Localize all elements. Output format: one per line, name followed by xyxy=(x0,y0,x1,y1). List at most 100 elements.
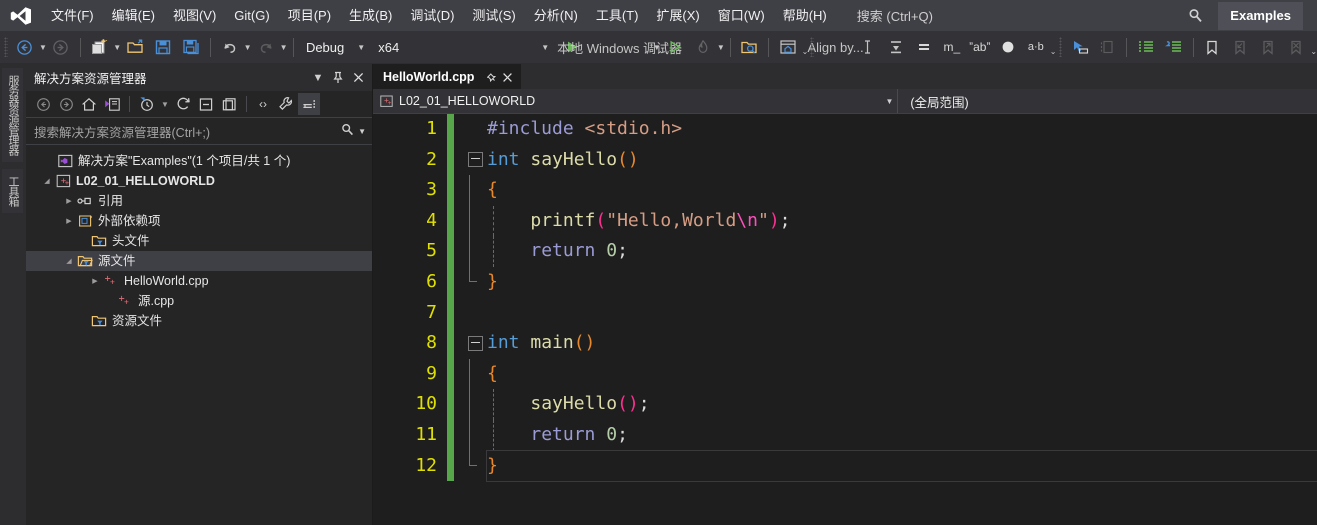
code-line-8[interactable]: 8 int main() xyxy=(373,328,1317,359)
tree-row-source-files[interactable]: ◢ 源文件 xyxy=(26,251,372,271)
se-home-icon[interactable] xyxy=(78,93,100,115)
menu-item-tools[interactable]: 工具(T) xyxy=(587,4,648,28)
insert-snippet-icon[interactable] xyxy=(1065,35,1093,59)
tree-row-helloworld-cpp[interactable]: ▶ + + HelloWorld.cpp xyxy=(26,271,372,291)
save-button[interactable] xyxy=(149,35,177,59)
tree-expander-source-files[interactable]: ◢ xyxy=(62,251,76,271)
toolbar-grip-2[interactable] xyxy=(810,37,815,57)
menu-item-project[interactable]: 项目(P) xyxy=(279,4,340,28)
tree-row-yuan-cpp[interactable]: + + 源.cpp xyxy=(26,291,372,311)
solution-name-chip[interactable]: Examples xyxy=(1218,1,1303,30)
code-line-1[interactable]: 1 #include <stdio.h> xyxy=(373,114,1317,145)
hot-reload-dropdown-icon[interactable]: ▼ xyxy=(717,36,725,58)
toolbar-overflow-icon-2[interactable]: ⌄ xyxy=(1050,36,1057,58)
menu-item-help[interactable]: 帮助(H) xyxy=(774,4,836,28)
glyph-margin-3[interactable] xyxy=(463,175,487,206)
next-bookmark-icon[interactable] xyxy=(1254,35,1282,59)
se-search-magnifier-icon[interactable] xyxy=(341,123,354,139)
new-project-dropdown-icon[interactable]: ▼ xyxy=(113,36,121,58)
start-without-debugging-button[interactable] xyxy=(661,35,689,59)
code-line-9[interactable]: 9 { xyxy=(373,358,1317,390)
glyph-margin-12[interactable] xyxy=(463,450,487,482)
se-collapse-all-icon[interactable] xyxy=(195,93,217,115)
vtab-toolbox[interactable]: 工具箱 xyxy=(2,169,23,213)
hot-reload-button[interactable] xyxy=(689,35,717,59)
editor-tab-close-icon[interactable] xyxy=(499,69,515,85)
outlining-collapse-icon-2[interactable] xyxy=(467,335,483,351)
code-line-10[interactable]: 10 sayHello(); xyxy=(373,389,1317,420)
outlining-collapse-icon-1[interactable] xyxy=(467,152,483,168)
glyph-margin-1[interactable] xyxy=(463,114,487,145)
editor-tab-helloworld-cpp[interactable]: HelloWorld.cpp xyxy=(373,64,522,89)
menu-item-test[interactable]: 测试(S) xyxy=(463,4,524,28)
code-line-6[interactable]: 6 } xyxy=(373,266,1317,298)
equals-icon[interactable] xyxy=(910,35,938,59)
menu-item-extensions[interactable]: 扩展(X) xyxy=(647,4,708,28)
toggle-bookmark-icon[interactable] xyxy=(1198,35,1226,59)
glyph-margin-10[interactable] xyxy=(463,389,487,420)
toolbar-grip[interactable] xyxy=(4,37,8,57)
tree-row-references[interactable]: ▶ 引用 xyxy=(26,191,372,211)
code-line-7[interactable]: 7 xyxy=(373,297,1317,329)
solution-explorer-button[interactable] xyxy=(774,35,802,59)
clear-bookmarks-icon[interactable] xyxy=(1282,35,1310,59)
redo-button[interactable] xyxy=(252,35,280,59)
dot-member-icon[interactable]: a·b xyxy=(1022,35,1050,59)
tree-expander-external-dependencies[interactable]: ▶ xyxy=(62,211,76,231)
se-refresh-icon[interactable] xyxy=(172,93,194,115)
member-icon[interactable]: m_ xyxy=(938,35,966,59)
quotes-icon[interactable]: ˮabˮ xyxy=(966,35,994,59)
menu-item-window[interactable]: 窗口(W) xyxy=(709,4,774,28)
glyph-margin-11[interactable] xyxy=(463,419,487,451)
redo-dropdown-icon[interactable]: ▼ xyxy=(280,36,288,58)
se-preview-selected-items-icon[interactable] xyxy=(298,93,320,115)
code-line-5[interactable]: 5 return 0; xyxy=(373,236,1317,267)
se-search-dropdown-icon[interactable]: ▼ xyxy=(358,127,366,136)
tree-expander[interactable] xyxy=(42,151,56,171)
se-sync-with-document-icon[interactable] xyxy=(135,93,157,115)
surround-with-icon[interactable] xyxy=(1093,35,1121,59)
tree-expander-references[interactable]: ▶ xyxy=(62,191,76,211)
code-line-3[interactable]: 3 { xyxy=(373,175,1317,206)
glyph-margin-5[interactable] xyxy=(463,236,487,267)
code-line-2[interactable]: 2 int sayHello() xyxy=(373,144,1317,176)
tree-expander-resource-files[interactable] xyxy=(76,311,90,331)
previous-bookmark-icon[interactable] xyxy=(1226,35,1254,59)
code-line-12[interactable]: 12 } xyxy=(373,449,1317,483)
search-icon[interactable] xyxy=(1182,5,1208,27)
editor-tab-pin-icon[interactable] xyxy=(483,69,499,85)
tree-row-solution[interactable]: 解决方案"Examples"(1 个项目/共 1 个) xyxy=(26,151,372,171)
open-file-button[interactable] xyxy=(121,35,149,59)
code-line-4[interactable]: 4 printf("Hello,World\n"); xyxy=(373,205,1317,237)
breakpoint-icon[interactable] xyxy=(994,35,1022,59)
undo-button[interactable] xyxy=(216,35,244,59)
code-line-11[interactable]: 11 return 0; xyxy=(373,419,1317,451)
menu-item-edit[interactable]: 编辑(E) xyxy=(103,4,164,28)
se-back-icon[interactable] xyxy=(32,93,54,115)
menu-item-build[interactable]: 生成(B) xyxy=(340,4,401,28)
tree-row-resource-files[interactable]: 资源文件 xyxy=(26,311,372,331)
undo-dropdown-icon[interactable]: ▼ xyxy=(244,36,252,58)
menu-search-label[interactable]: 搜索 (Ctrl+Q) xyxy=(848,2,942,29)
solution-platform-dropdown[interactable]: x64 ▼ xyxy=(370,36,554,58)
glyph-margin-9[interactable] xyxy=(463,358,487,390)
tree-expander-header-files[interactable] xyxy=(76,231,90,251)
panel-pin-icon[interactable] xyxy=(329,69,347,87)
toolbar-overflow-icon-3[interactable]: ⌄ xyxy=(1310,36,1317,58)
toolbar-grip-3[interactable] xyxy=(1058,37,1063,57)
comment-selection-icon[interactable] xyxy=(1132,35,1160,59)
panel-menu-chevron-down-icon[interactable]: ▼ xyxy=(309,69,327,87)
uncomment-selection-icon[interactable] xyxy=(1160,35,1188,59)
tree-expander-project[interactable]: ◢ xyxy=(40,171,54,191)
navigate-forward-button[interactable] xyxy=(47,35,75,59)
menu-item-file[interactable]: 文件(F) xyxy=(42,4,103,28)
start-debugging-dropdown-icon[interactable]: ▼ xyxy=(653,36,661,58)
navigate-back-button[interactable] xyxy=(11,35,39,59)
navbar-scope-dropdown[interactable]: (全局范围) xyxy=(898,89,1317,113)
navbar-project-dropdown[interactable]: + + L02_01_HELLOWORLD ▼ xyxy=(373,89,897,113)
start-debugging-label[interactable]: 本地 Windows 调试器 xyxy=(557,35,682,59)
tree-row-header-files[interactable]: 头文件 xyxy=(26,231,372,251)
vtab-server-explorer[interactable]: 服务器资源管理器 xyxy=(2,68,23,162)
se-sync-dropdown-icon[interactable]: ▼ xyxy=(158,93,172,115)
find-in-files-button[interactable] xyxy=(735,35,763,59)
